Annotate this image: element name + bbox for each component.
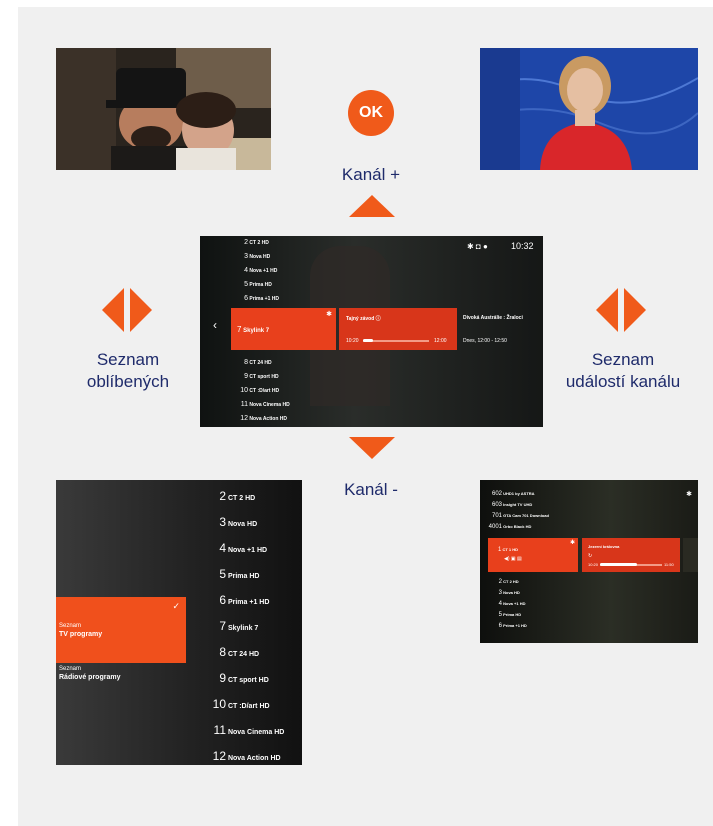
next-event-tile-edge[interactable] (683, 538, 698, 572)
channel-row[interactable]: 3 Nova HD (208, 509, 284, 535)
channel-list-above: 2 CT 2 HD 3 Nova HD 4 Nova +1 HD 5 Prima… (238, 236, 279, 306)
channel-row[interactable]: 6 Prima +1 HD (208, 587, 284, 613)
channel-list-above: 602 UHD1 by ASTRA 603 Insight TV UHD 701… (484, 488, 549, 532)
film-scene-photo (56, 48, 271, 170)
channel-row[interactable]: 2 CT 2 HD (208, 483, 284, 509)
channel-row[interactable]: 11 Nova Cinema HD (238, 398, 290, 412)
next-time: Dnes, 12:00 - 12:50 (463, 338, 507, 344)
now-playing-tile[interactable]: Tajný závod ⓘ 10:20 12:00 (339, 308, 457, 350)
tv-programs-list-button[interactable]: ✓ Seznam TV programy (56, 597, 186, 663)
replay-icon: ↻ (588, 553, 593, 559)
selected-channel-label: 7 Skylink 7 (237, 325, 270, 334)
channel-row[interactable]: 5 Prima HD (494, 609, 527, 620)
now-title: Tajný závod ⓘ (346, 316, 381, 322)
favorite-pin-icon: ✱ (326, 311, 332, 318)
favorites-label-line1: Seznam (96, 350, 160, 369)
channel-row[interactable]: 602 UHD1 by ASTRA (484, 488, 549, 499)
film-scene-illustration (56, 48, 271, 170)
clock-display: 10:32 (511, 241, 534, 251)
news-anchor-photo (480, 48, 698, 170)
channel-row[interactable]: 4 Nova +1 HD (208, 535, 284, 561)
now-progress-bar (363, 339, 373, 342)
tv-programs-line1: Seznam (59, 623, 82, 629)
now-playing-tile[interactable]: Jezerní královna ↻ 10:20 11:50 (582, 538, 680, 572)
channel-up-label: Kanál + (341, 165, 401, 184)
channel-row[interactable]: 2 CT 2 HD (238, 236, 279, 250)
favorites-label-line2: oblíbených (86, 372, 170, 391)
now-start-time: 10:20 (588, 562, 599, 567)
now-end-time: 11:50 (664, 562, 674, 567)
channel-list-below: 2 CT 2 HD 3 Nova HD 4 Nova +1 HD 5 Prima… (494, 576, 527, 631)
arrow-left-icon (102, 288, 124, 332)
channel-row[interactable]: 11 Nova Cinema HD (208, 717, 285, 743)
favorites-list-label: Seznam oblíbených (72, 349, 184, 393)
now-end-time: 12:00 (434, 338, 447, 344)
channel-row[interactable]: 4 Nova +1 HD (238, 264, 279, 278)
arrow-down-icon[interactable] (349, 437, 395, 459)
channel-row[interactable]: 10 CT :D/art HD (238, 384, 290, 398)
channel-row[interactable]: 701 GTA Cam 701 Download (484, 510, 549, 521)
center-tv-screen: ✱ ◘ ● 10:32 2 CT 2 HD 3 Nova HD 4 Nova +… (200, 236, 543, 427)
list-selection-screen: ✓ Seznam TV programy Seznam Rádiové prog… (56, 480, 302, 765)
channel-events-screen: ✱ 602 UHD1 by ASTRA 603 Insight TV UHD 7… (480, 480, 698, 643)
channel-row[interactable]: 5 Prima HD (208, 561, 284, 587)
channel-row[interactable]: 6 Prima +1 HD (238, 292, 279, 306)
channel-list-below: 8 CT 24 HD 9 CT sport HD 10 CT :D/art HD… (238, 356, 290, 426)
channel-row[interactable]: 5 Prima HD (238, 278, 279, 292)
status-icons: ✱ ◘ ● (467, 242, 488, 251)
channel-row[interactable]: 3 Nova HD (494, 587, 527, 598)
channel-row[interactable]: 4001 Orbo Black HD (484, 521, 549, 532)
channel-row[interactable]: 3 Nova HD (238, 250, 279, 264)
channel-down-label: Kanál - (344, 480, 398, 499)
channel-row[interactable]: 603 Insight TV UHD (484, 499, 549, 510)
arrow-up-icon[interactable] (349, 195, 395, 217)
radio-programs-line2: Rádiové programy (59, 674, 121, 681)
audio-subtitle-icons: ◀) ▣ ▤ (504, 556, 522, 562)
chevron-left-icon[interactable]: ‹ (213, 318, 217, 332)
arrow-left-icon (596, 288, 618, 332)
ok-button[interactable]: OK (348, 90, 394, 136)
channel-row[interactable]: 2 CT 2 HD (494, 576, 527, 587)
events-label-line2: událostí kanálu (565, 372, 681, 391)
tv-programs-line2: TV programy (59, 631, 103, 638)
channel-events-label: Seznam událostí kanálu (552, 349, 694, 393)
radio-programs-list-button[interactable]: Seznam Rádiové programy (56, 663, 186, 693)
selected-channel-tile[interactable]: ✱ 7 Skylink 7 (231, 308, 336, 350)
check-icon: ✓ (172, 601, 180, 611)
events-label-line1: Seznam (591, 350, 655, 369)
channel-row[interactable]: 6 Prima +1 HD (494, 620, 527, 631)
arrow-right-icon (130, 288, 152, 332)
next-title: Divoká Austrálie : Žraloci (463, 315, 523, 321)
channel-row[interactable]: 8 CT 24 HD (238, 356, 290, 370)
channel-row[interactable]: 7 Skylink 7 (208, 613, 284, 639)
channel-row[interactable]: 12 Nova Action HD (238, 412, 290, 426)
selected-channel-tile[interactable]: ✱ 1 CT 1 HD ◀) ▣ ▤ (488, 538, 578, 572)
channel-row[interactable]: 10 CT :D/art HD (208, 691, 284, 717)
channel-list: 2 CT 2 HD 3 Nova HD 4 Nova +1 HD 5 Prima… (208, 483, 285, 765)
info-icon: ⓘ (375, 316, 381, 322)
radio-programs-line1: Seznam (59, 666, 82, 672)
channel-row[interactable]: 8 CT 24 HD (208, 639, 284, 665)
arrow-right-icon (624, 288, 646, 332)
channel-row[interactable]: 9 CT sport HD (208, 665, 284, 691)
now-title: Jezerní královna (588, 544, 620, 549)
selected-channel-label: 1 CT 1 HD (498, 547, 519, 553)
left-right-arrows-icon-events[interactable] (596, 288, 646, 332)
channel-row[interactable]: 9 CT sport HD (238, 370, 290, 384)
channel-row[interactable]: 12 Nova Action HD (208, 743, 284, 765)
now-start-time: 10:20 (346, 338, 359, 344)
favorite-pin-icon: ✱ (569, 540, 575, 546)
news-anchor-illustration (480, 48, 698, 170)
channel-row[interactable]: 4 Nova +1 HD (494, 598, 527, 609)
now-progress-bar (600, 563, 637, 566)
status-icon: ✱ (686, 491, 692, 498)
left-right-arrows-icon-favorites[interactable] (102, 288, 152, 332)
